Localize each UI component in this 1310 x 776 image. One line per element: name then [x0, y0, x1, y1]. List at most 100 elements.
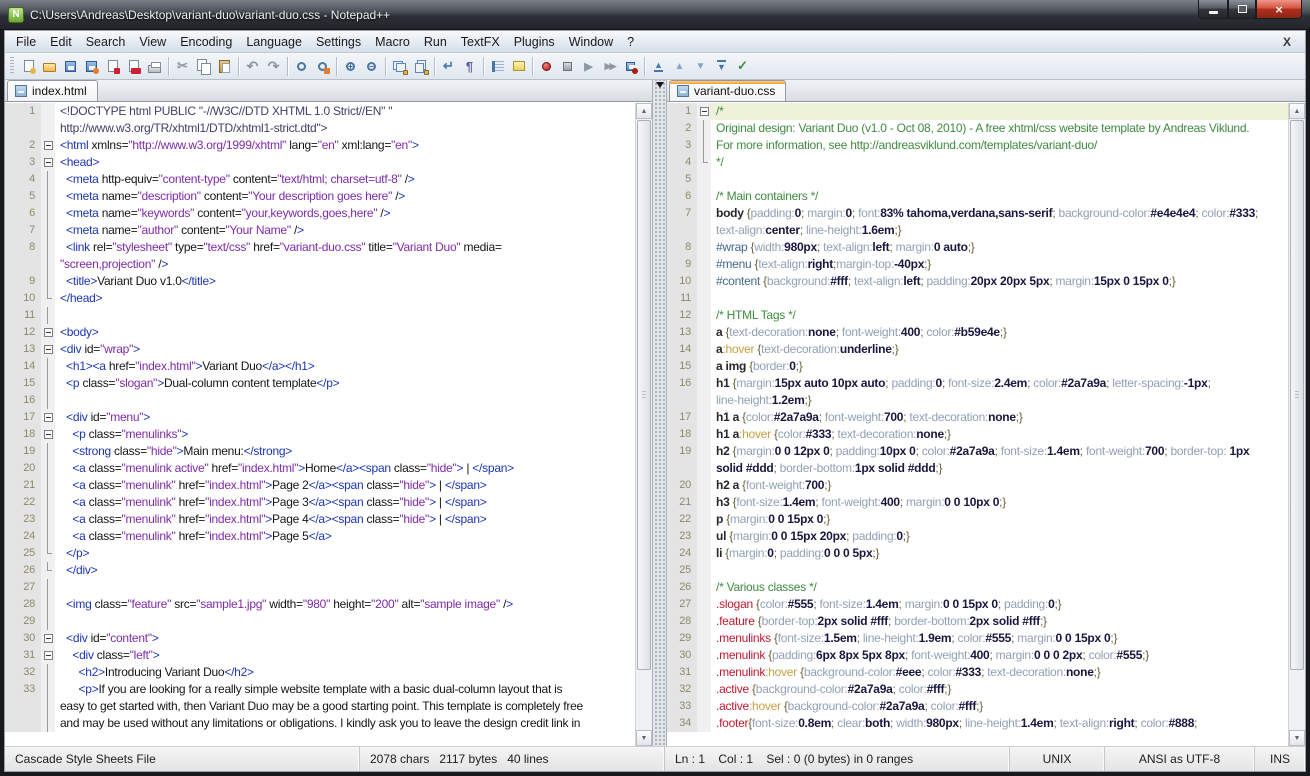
fold-line: [47, 698, 48, 715]
code-text: #menu {text-align:right;margin-top:-40px…: [711, 256, 1288, 273]
fold-toggle-icon[interactable]: [44, 634, 53, 643]
line-number: 31: [667, 664, 697, 681]
fold-toggle-icon[interactable]: [44, 158, 53, 167]
minimize-button[interactable]: [1198, 0, 1228, 19]
replace-button[interactable]: [313, 57, 332, 76]
scroll-up-arrow-icon[interactable]: ▲: [1289, 103, 1305, 119]
fold-toggle-icon[interactable]: [44, 430, 53, 439]
find-button[interactable]: [292, 57, 311, 76]
sync-vertical-scroll-button[interactable]: [390, 57, 409, 76]
toolbar-separator: [385, 57, 386, 76]
move-down-button[interactable]: ▼: [691, 57, 710, 76]
right-vertical-scrollbar[interactable]: ▲ ▼: [1288, 103, 1305, 746]
fold-toggle-icon[interactable]: [44, 651, 53, 660]
fold-toggle-icon[interactable]: [700, 107, 709, 116]
tab-index-html[interactable]: index.html: [7, 80, 98, 101]
left-editor[interactable]: 1<!DOCTYPE html PUBLIC "-//W3C//DTD XHTM…: [5, 102, 652, 746]
macro-playback-button[interactable]: ▶: [579, 57, 598, 76]
menu-item-window[interactable]: Window: [562, 33, 620, 51]
code-line: 13a {text-decoration:none; font-weight:4…: [667, 324, 1288, 341]
print-button[interactable]: [145, 57, 164, 76]
code-text: solid #ddd; border-bottom:1px solid #ddd…: [711, 460, 1288, 477]
code-line: 21 <a class="menulink" href="index.html"…: [5, 477, 635, 494]
sort-ascending-button[interactable]: ▲: [649, 57, 668, 76]
open-file-button[interactable]: [40, 57, 59, 76]
right-editor[interactable]: 1/*2Original design: Variant Duo (v1.0 -…: [667, 102, 1305, 746]
close-button[interactable]: ×: [1256, 0, 1302, 19]
zoom-in-button[interactable]: +: [341, 57, 360, 76]
redo-button[interactable]: ↷: [264, 57, 283, 76]
macro-run-multiple-button[interactable]: ▶▶: [600, 57, 619, 76]
scroll-up-arrow-icon[interactable]: ▲: [636, 103, 652, 119]
status-typing-mode[interactable]: INS: [1255, 747, 1305, 771]
menu-item-macro[interactable]: Macro: [368, 33, 417, 51]
word-wrap-button[interactable]: ↵: [439, 57, 458, 76]
code-line: easy to get started with, then Variant D…: [5, 698, 635, 715]
macro-stop-button[interactable]: [558, 57, 577, 76]
left-code-area[interactable]: 1<!DOCTYPE html PUBLIC "-//W3C//DTD XHTM…: [5, 103, 635, 746]
menu-item-run[interactable]: Run: [417, 33, 454, 51]
macro-save-button[interactable]: [621, 57, 640, 76]
code-line: 6 <meta name="keywords" content="your,ke…: [5, 205, 635, 222]
fold-toggle-icon[interactable]: [44, 141, 53, 150]
mdi-close-document-button[interactable]: X: [1273, 35, 1301, 49]
undo-button[interactable]: ↶: [243, 57, 262, 76]
left-vertical-scrollbar[interactable]: ▲ ▼: [635, 103, 652, 746]
user-defined-dialog-button[interactable]: [509, 57, 528, 76]
close-button[interactable]: [103, 57, 122, 76]
cut-button[interactable]: ✂: [173, 57, 192, 76]
line-number: 14: [667, 341, 697, 358]
menu-item-plugins[interactable]: Plugins: [507, 33, 562, 51]
scroll-down-arrow-icon[interactable]: ▼: [1289, 730, 1305, 746]
fold-toggle-icon[interactable]: [44, 345, 53, 354]
line-number: 29: [667, 630, 697, 647]
fold-toggle-icon[interactable]: [44, 413, 53, 422]
menu-item-file[interactable]: File: [9, 33, 43, 51]
scrollbar-thumb[interactable]: [637, 120, 651, 670]
code-text: [711, 171, 1288, 188]
status-encoding[interactable]: ANSI as UTF-8: [1105, 747, 1255, 771]
copy-button[interactable]: [194, 57, 213, 76]
scroll-down-arrow-icon[interactable]: ▼: [636, 730, 652, 746]
toolbar-separator: [434, 57, 435, 76]
splitter-collapse-icon[interactable]: [656, 82, 664, 88]
scrollbar-track[interactable]: [1289, 119, 1305, 730]
scrollbar-track[interactable]: [636, 119, 652, 730]
tab-variant-duo-css[interactable]: variant-duo.css: [669, 80, 786, 101]
sort-descending-button[interactable]: ▼: [712, 57, 731, 76]
code-text: <p class="slogan">Dual-column content te…: [55, 375, 635, 392]
code-text: line-height:1.2em;}: [711, 392, 1288, 409]
menu-item-textfx[interactable]: TextFX: [454, 33, 507, 51]
line-number: 22: [5, 494, 41, 511]
code-text: h2 {margin:0 0 12px 0; padding:10px 0; c…: [711, 443, 1288, 460]
show-all-characters-button[interactable]: ¶: [460, 57, 479, 76]
zoom-out-button[interactable]: −: [362, 57, 381, 76]
menu-item-edit[interactable]: Edit: [43, 33, 79, 51]
restore-button[interactable]: [1228, 0, 1256, 19]
fold-toggle-icon[interactable]: [44, 328, 53, 337]
save-button[interactable]: [61, 57, 80, 76]
menu-item-view[interactable]: View: [132, 33, 173, 51]
menu-item-language[interactable]: Language: [239, 33, 309, 51]
macro-record-button[interactable]: [537, 57, 556, 76]
fold-line: [47, 494, 48, 511]
move-up-button[interactable]: ▲: [670, 57, 689, 76]
right-code-area[interactable]: 1/*2Original design: Variant Duo (v1.0 -…: [667, 103, 1288, 746]
view-splitter[interactable]: [652, 80, 667, 746]
paste-button[interactable]: [215, 57, 234, 76]
sync-horizontal-scroll-button[interactable]: [411, 57, 430, 76]
scrollbar-thumb[interactable]: [1290, 120, 1304, 670]
menu-item-search[interactable]: Search: [79, 33, 133, 51]
line-number: [667, 460, 697, 477]
spell-check-button[interactable]: ✓: [733, 57, 752, 76]
caption-buttons: ×: [1198, 0, 1302, 19]
close-all-button[interactable]: [124, 57, 143, 76]
new-file-button[interactable]: [19, 57, 38, 76]
menu-item-[interactable]: ?: [620, 33, 641, 51]
menu-item-encoding[interactable]: Encoding: [173, 33, 239, 51]
save-all-button[interactable]: [82, 57, 101, 76]
menu-item-settings[interactable]: Settings: [309, 33, 368, 51]
fold-margin: [41, 222, 55, 239]
indent-guide-button[interactable]: [488, 57, 507, 76]
status-eol-format[interactable]: UNIX: [1010, 747, 1105, 771]
